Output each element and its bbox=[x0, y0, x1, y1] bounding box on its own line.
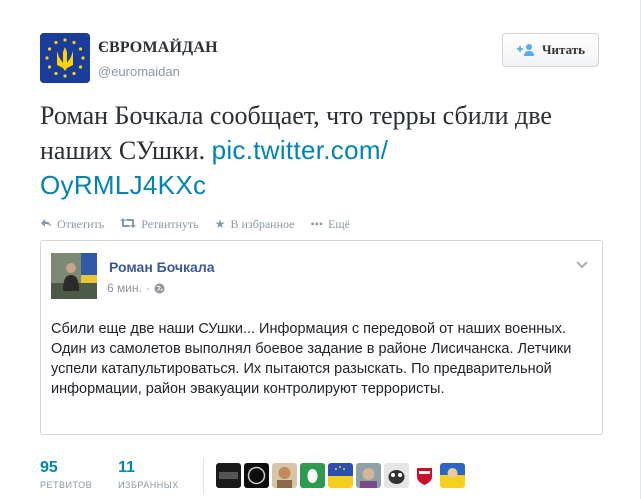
user-avatar[interactable] bbox=[272, 463, 297, 488]
account-screen-name[interactable]: @euromaidan bbox=[98, 64, 180, 79]
user-avatar[interactable] bbox=[412, 463, 437, 488]
more-icon: ••• bbox=[310, 216, 324, 231]
retweets-count: 95 bbox=[40, 459, 58, 476]
user-avatar[interactable] bbox=[440, 463, 465, 488]
follow-button-label: Читать bbox=[542, 42, 585, 57]
tweet-actions: Ответить Ретвитнуть ★ В избранное ••• Ещ… bbox=[40, 216, 366, 232]
user-avatar[interactable] bbox=[328, 463, 353, 488]
reply-button[interactable]: Ответить bbox=[40, 217, 104, 232]
favorite-button[interactable]: ★ В избранное bbox=[215, 217, 295, 232]
favorite-label: В избранное bbox=[230, 216, 295, 231]
tweet-stats: 95 РЕТВИТОВ 11 ИЗБРАННЫХ bbox=[40, 458, 205, 490]
chevron-down-icon[interactable] bbox=[575, 257, 589, 269]
reply-icon bbox=[40, 217, 52, 232]
author-name[interactable]: Роман Бочкала bbox=[109, 259, 215, 275]
account-display-name[interactable]: ЄВРОМАЙДАН bbox=[98, 39, 218, 57]
account-avatar[interactable] bbox=[40, 33, 90, 83]
post-body-text: Сбили еще две наши СУшки... Информация с… bbox=[51, 321, 572, 397]
favorites-stat[interactable]: 11 ИЗБРАННЫХ bbox=[118, 458, 179, 490]
tweet-link-part1: pic.twitter.com/ bbox=[211, 135, 389, 165]
author-profile-photo[interactable] bbox=[51, 253, 97, 299]
user-avatar[interactable] bbox=[384, 463, 409, 488]
reply-label: Ответить bbox=[57, 216, 105, 231]
user-avatar[interactable] bbox=[216, 463, 241, 488]
add-user-icon bbox=[516, 43, 536, 57]
time-separator: · bbox=[145, 281, 150, 295]
retweet-label: Ретвитнуть bbox=[141, 216, 199, 231]
stats-divider bbox=[203, 458, 204, 494]
star-icon: ★ bbox=[214, 216, 226, 231]
user-avatar[interactable] bbox=[300, 463, 325, 488]
follow-button[interactable]: Читать bbox=[502, 33, 599, 67]
post-time: 6 мин. bbox=[107, 281, 142, 295]
globe-icon bbox=[154, 283, 165, 294]
post-timestamp[interactable]: 6 мин. · bbox=[107, 281, 165, 295]
favorites-label: ИЗБРАННЫХ bbox=[118, 480, 179, 490]
tweet-panel: ЄВРОМАЙДАН @euromaidan Читать Роман Бочк… bbox=[0, 0, 641, 499]
more-label: Ещё bbox=[328, 216, 350, 231]
favorites-count: 11 bbox=[118, 459, 135, 476]
retweets-label: РЕТВИТОВ bbox=[40, 480, 93, 490]
more-button[interactable]: ••• Ещё bbox=[310, 217, 350, 232]
retweet-button[interactable]: Ретвитнуть bbox=[120, 217, 199, 232]
retweet-icon bbox=[120, 217, 137, 232]
tweet-text: Роман Бочкала сообщает, что терры сбили … bbox=[40, 98, 625, 203]
ukraine-trident-eu-stars-icon bbox=[40, 33, 90, 83]
engaged-users-avatars bbox=[216, 463, 465, 488]
tweet-link-part2: OyRMLJ4KXc bbox=[40, 170, 207, 200]
user-avatar[interactable] bbox=[356, 463, 381, 488]
embedded-post-card[interactable]: Роман Бочкала 6 мин. · Сбили еще две наш… bbox=[40, 240, 603, 435]
retweets-stat[interactable]: 95 РЕТВИТОВ bbox=[40, 458, 92, 490]
user-avatar[interactable] bbox=[244, 463, 269, 488]
